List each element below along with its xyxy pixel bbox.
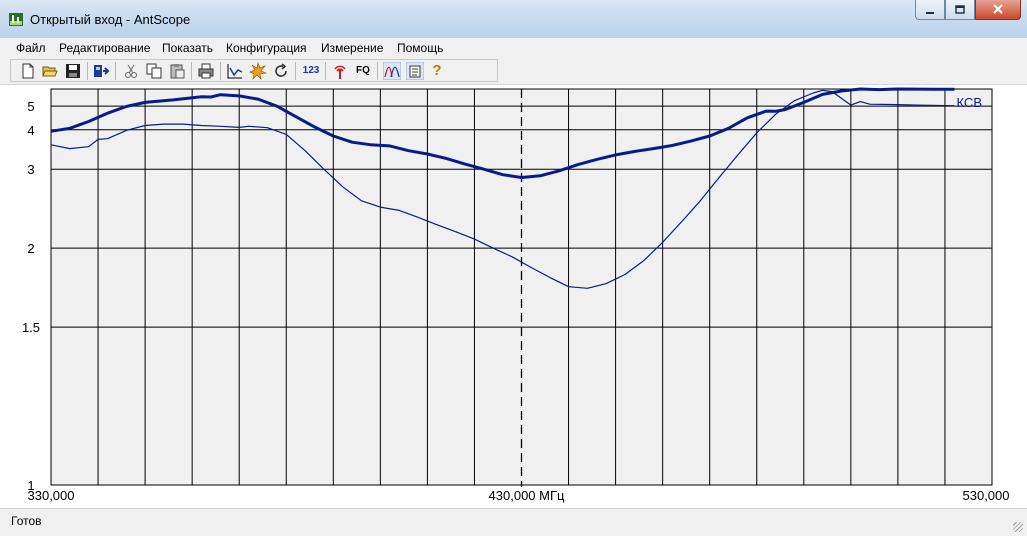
minimize-button[interactable] (915, 0, 945, 20)
menu-measurement[interactable]: Измерение (321, 41, 383, 55)
status-text: Готов (11, 514, 42, 528)
toolbar-separator (325, 62, 326, 80)
minimize-icon (925, 3, 935, 17)
help-icon[interactable]: ? (428, 62, 446, 80)
antenna-icon[interactable] (331, 62, 349, 80)
y-axis-labels: 54321.51 (22, 99, 40, 493)
save-icon[interactable] (64, 62, 82, 80)
menu-bar: Файл Редактирование Показать Конфигураци… (0, 38, 1027, 58)
x-tick-label-center: 430,000 МГц (489, 488, 565, 503)
export-icon[interactable] (92, 62, 110, 80)
close-button[interactable] (975, 0, 1021, 20)
refresh-icon[interactable] (272, 62, 290, 80)
toolbar-separator (191, 62, 192, 80)
chart-canvas: 54321.51 330,000 430,000 МГц 530,000 КСВ (22, 87, 1010, 503)
y-tick-label: 2 (27, 241, 34, 256)
toolbar-separator (115, 62, 116, 80)
run-icon[interactable] (249, 62, 267, 80)
close-icon (992, 3, 1004, 17)
notes-icon[interactable] (406, 62, 424, 80)
y-tick-label: 4 (27, 123, 34, 138)
y-tick-label: 3 (27, 162, 34, 177)
y-tick-label: 1.5 (22, 320, 40, 335)
menu-file[interactable]: Файл (16, 41, 46, 55)
frequency-icon[interactable]: FQ (352, 62, 374, 80)
toolbar-separator (87, 62, 88, 80)
paste-icon[interactable] (168, 62, 186, 80)
toolbar-separator (220, 62, 221, 80)
menu-configuration[interactable]: Конфигурация (226, 41, 307, 55)
swr-chart: 5 4 3 2 1.5 1 330,000 430,000 МГц 530,000 КСВ (0, 85, 1027, 508)
x-tick-label-right: 530,000 (963, 488, 1010, 503)
window-controls (915, 0, 1021, 22)
app-icon (9, 13, 23, 26)
print-icon[interactable] (197, 62, 215, 80)
copy-icon[interactable] (145, 62, 163, 80)
multi-curve-icon[interactable] (383, 62, 401, 80)
maximize-icon (955, 3, 965, 17)
y-tick-label: 5 (27, 99, 34, 114)
menu-edit[interactable]: Редактирование (59, 41, 150, 55)
maximize-button[interactable] (945, 0, 975, 20)
x-axis-labels: 330,000 430,000 МГц 530,000 (28, 488, 1010, 503)
open-folder-icon[interactable] (41, 62, 59, 80)
cut-icon[interactable] (122, 62, 140, 80)
legend-label-swr: КСВ (957, 95, 983, 110)
toolbar-separator (295, 62, 296, 80)
new-file-icon[interactable] (19, 62, 37, 80)
status-bar: Готов (0, 508, 1027, 536)
toolbar: 123 FQ ? (0, 58, 1027, 85)
resize-grip-icon[interactable] (1013, 522, 1023, 532)
title-bar: Открытый вход - AntScope (0, 0, 1027, 39)
scan-chart-icon[interactable] (226, 62, 244, 80)
toolbar-separator (377, 62, 378, 80)
menu-view[interactable]: Показать (162, 41, 213, 55)
menu-help[interactable]: Помощь (397, 41, 443, 55)
window-title: Открытый вход - AntScope (30, 12, 191, 27)
x-tick-label-left: 330,000 (28, 488, 75, 503)
numbers-icon[interactable]: 123 (300, 62, 322, 80)
